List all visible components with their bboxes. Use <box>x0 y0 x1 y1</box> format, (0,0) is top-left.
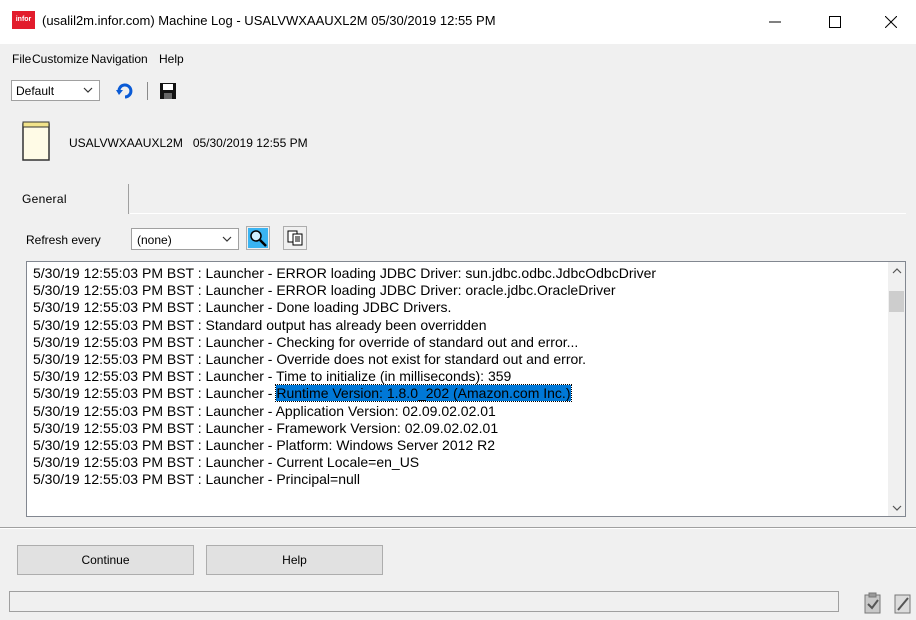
continue-button[interactable]: Continue <box>17 545 194 575</box>
log-line: 5/30/19 12:55:03 PM BST : Launcher - Fra… <box>33 419 499 436</box>
close-button[interactable] <box>868 0 914 44</box>
record-datetime: 05/30/2019 12:55 PM <box>192 136 308 150</box>
tab-general[interactable]: General <box>12 184 129 214</box>
refresh-interval-value: (none) <box>137 233 172 247</box>
menu-bar: File Customize Navigation Help <box>0 44 916 70</box>
layout-select[interactable]: Default <box>11 80 100 101</box>
log-vertical-scrollbar[interactable] <box>888 262 905 516</box>
log-line: 5/30/19 12:55:03 PM BST : Launcher - ERR… <box>33 282 616 299</box>
chevron-down-icon <box>83 87 93 93</box>
clipboard-check-icon <box>864 592 881 614</box>
menu-navigation[interactable]: Navigation <box>91 52 148 66</box>
log-line: 5/30/19 12:55:03 PM BST : Launcher - ERR… <box>33 265 657 281</box>
log-line: 5/30/19 12:55:03 PM BST : Launcher - App… <box>33 402 496 419</box>
log-line: 5/30/19 12:55:03 PM BST : Launcher - Pri… <box>33 471 360 488</box>
layout-select-value: Default <box>16 84 55 98</box>
log-line: 5/30/19 12:55:03 PM BST : Launcher - Don… <box>33 299 452 316</box>
title-bar: infor (usalil2m.infor.com) Machine Log -… <box>0 0 916 44</box>
scroll-down-button[interactable] <box>888 499 905 516</box>
refresh-icon[interactable] <box>115 81 135 101</box>
copy-button[interactable] <box>283 226 307 250</box>
menu-customize[interactable]: Customize <box>32 52 89 66</box>
machine-name: USALVWXAAUXL2M <box>69 136 183 150</box>
log-line: 5/30/19 12:55:03 PM BST : Launcher - Tim… <box>33 368 512 385</box>
log-line: 5/30/19 12:55:03 PM BST : Launcher - Pla… <box>33 436 495 453</box>
chevron-up-icon <box>892 267 901 273</box>
save-icon[interactable] <box>158 81 178 101</box>
scroll-up-button[interactable] <box>888 262 905 279</box>
log-line: 5/30/19 12:55:03 PM BST : Launcher - Che… <box>33 333 579 350</box>
menu-file[interactable]: File <box>12 52 31 66</box>
window-title: (usalil2m.infor.com) Machine Log - USALV… <box>42 13 496 28</box>
log-line-selected: 5/30/19 12:55:03 PM BST : Launcher - Run… <box>33 384 885 403</box>
toolbar-separator <box>147 82 148 100</box>
record-header: USALVWXAAUXL2M 05/30/2019 12:55 PM <box>69 136 308 150</box>
maximize-icon <box>829 16 841 28</box>
tab-divider <box>130 213 906 214</box>
scroll-thumb[interactable] <box>889 291 904 312</box>
log-line: 5/30/19 12:55:03 PM BST : Launcher - Ove… <box>33 350 587 367</box>
tab-general-label: General <box>22 192 67 206</box>
log-line: 5/30/19 12:55:03 PM BST : Standard outpu… <box>33 316 487 333</box>
close-icon <box>885 16 897 28</box>
refresh-label: Refresh every <box>26 233 101 247</box>
refresh-interval-select[interactable]: (none) <box>131 228 239 250</box>
machine-log-textarea[interactable]: 5/30/19 12:55:03 PM BST : Launcher - ERR… <box>26 261 906 517</box>
infor-app-icon: infor <box>12 11 35 29</box>
help-button[interactable]: Help <box>206 545 383 575</box>
search-icon <box>248 228 268 248</box>
copy-icon <box>287 230 303 246</box>
log-line-prefix: 5/30/19 12:55:03 PM BST : Launcher - <box>33 385 277 402</box>
chevron-down-icon <box>222 236 232 242</box>
maximize-button[interactable] <box>812 0 858 44</box>
log-lines: 5/30/19 12:55:03 PM BST : Launcher - ERR… <box>33 265 885 515</box>
log-line: 5/30/19 12:55:03 PM BST : Launcher - Cur… <box>33 454 420 471</box>
status-bar <box>9 591 839 612</box>
clipboard-edit-icon <box>894 594 911 614</box>
selected-text: Runtime Version: 1.8.0_202 (Amazon.com I… <box>275 384 572 403</box>
search-button[interactable] <box>246 226 270 250</box>
chevron-down-icon <box>892 505 901 511</box>
minimize-icon <box>769 21 781 23</box>
minimize-button[interactable] <box>752 0 798 44</box>
menu-help[interactable]: Help <box>159 52 184 66</box>
toolbar: Default <box>0 76 916 106</box>
footer-divider-highlight <box>0 528 916 529</box>
notepad-icon <box>22 121 50 161</box>
